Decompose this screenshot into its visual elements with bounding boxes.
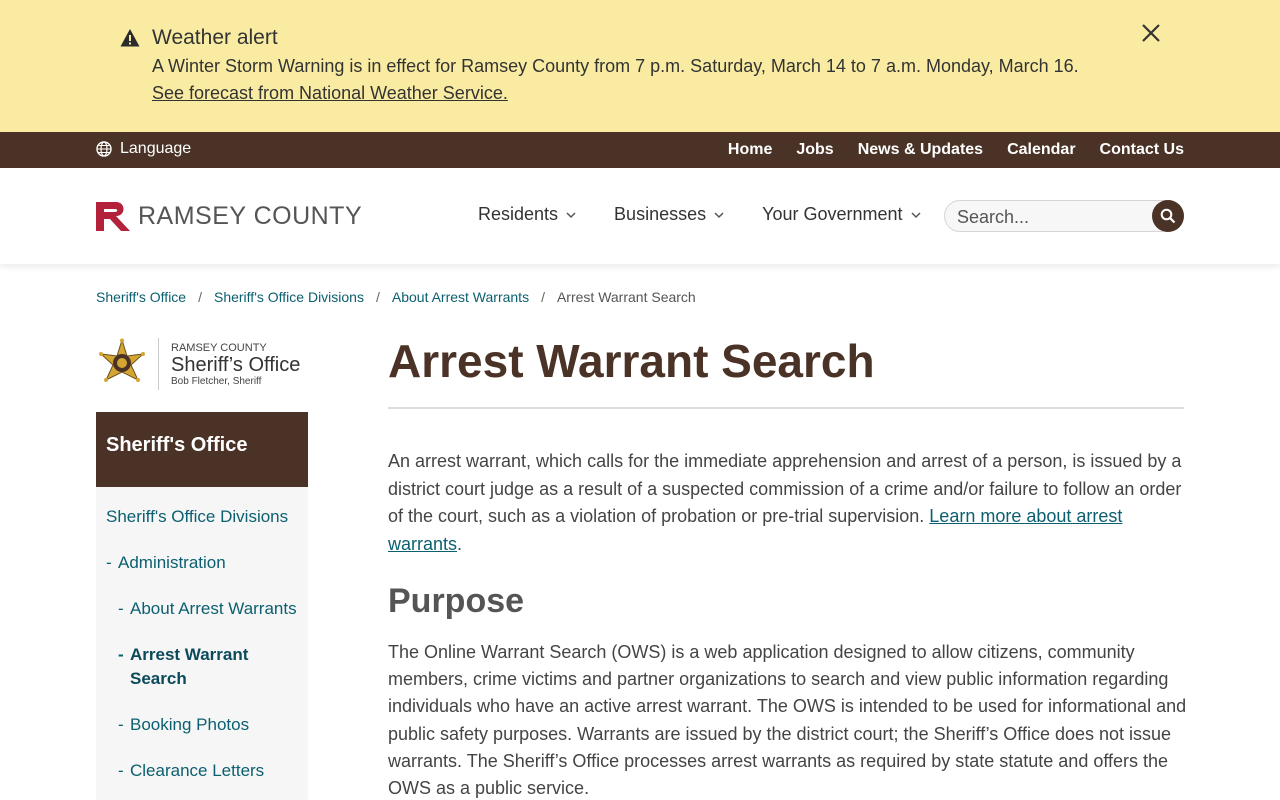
- forecast-link[interactable]: See forecast from National Weather Servi…: [152, 83, 508, 104]
- nav-your-government[interactable]: Your Government: [762, 204, 921, 225]
- nav-businesses[interactable]: Businesses: [614, 204, 724, 225]
- sidebar-item-about-warrants[interactable]: About Arrest Warrants: [130, 599, 297, 619]
- breadcrumb-current: Arrest Warrant Search: [556, 289, 696, 305]
- sidebar-item-divisions[interactable]: Sheriff's Office Divisions: [106, 507, 288, 527]
- sidebar-item-administration[interactable]: Administration: [118, 553, 226, 573]
- sidebar-item-booking-photos[interactable]: Booking Photos: [130, 715, 249, 735]
- ramsey-county-logo[interactable]: RAMSEY COUNTY: [96, 200, 362, 232]
- sheriff-star-badge-icon: [99, 338, 145, 382]
- nav-residents[interactable]: Residents: [478, 204, 576, 225]
- intro-paragraph: An arrest warrant, which calls for the i…: [388, 448, 1188, 559]
- search-box: [944, 200, 1184, 232]
- language-selector[interactable]: Language: [96, 140, 191, 158]
- title-divider: [388, 407, 1184, 409]
- purpose-heading: Purpose: [388, 582, 525, 620]
- breadcrumb-separator: /: [375, 289, 380, 305]
- sidebar-heading[interactable]: Sheriff's Office: [96, 412, 308, 487]
- breadcrumb-separator: /: [541, 289, 545, 305]
- weather-alert-banner: Weather alert A Winter Storm Warning is …: [0, 0, 1280, 132]
- globe-icon: [96, 141, 112, 157]
- sidebar-nav: Sheriff's Office Sheriff's Office Divisi…: [96, 412, 308, 800]
- logo-text: RAMSEY COUNTY: [138, 201, 363, 230]
- chevron-down-icon: [911, 211, 921, 218]
- sidebar-heading-label: Sheriff's Office: [106, 434, 248, 456]
- chevron-down-icon: [566, 211, 576, 218]
- sheriff-logo-subtitle: Bob Fletcher, Sheriff: [171, 375, 262, 387]
- logo-divider: [158, 338, 159, 390]
- sidebar-bullet: -: [106, 553, 112, 572]
- sidebar-item-warrant-search-line1[interactable]: Arrest Warrant: [130, 645, 248, 665]
- intro-end: .: [457, 534, 463, 555]
- sidebar-item-clearance-letters[interactable]: Clearance Letters: [130, 761, 264, 781]
- warning-triangle-icon: [120, 29, 140, 47]
- breadcrumb-sheriffs-office[interactable]: Sheriff's Office: [96, 289, 186, 305]
- search-icon: [1160, 208, 1176, 224]
- alert-text: A Winter Storm Warning is in effect for …: [152, 56, 1079, 76]
- sheriff-office-logo[interactable]: RAMSEY COUNTY Sheriff’s Office Bob Fletc…: [96, 338, 300, 390]
- ramsey-logo-icon: [96, 202, 130, 231]
- search-button[interactable]: [1152, 200, 1184, 232]
- search-input[interactable]: [957, 205, 1147, 229]
- sheriff-logo-title: Sheriff’s Office: [171, 353, 301, 376]
- breadcrumb-about-warrants[interactable]: About Arrest Warrants: [392, 289, 529, 305]
- site-header: RAMSEY COUNTY Residents Businesses Your …: [0, 168, 1280, 264]
- nav-businesses-label: Businesses: [614, 204, 707, 224]
- page-title: Arrest Warrant Search: [388, 335, 875, 387]
- close-icon[interactable]: [1140, 22, 1162, 44]
- utility-link-news[interactable]: News & Updates: [858, 141, 983, 159]
- sheriff-logo-text: RAMSEY COUNTY Sheriff’s Office Bob Fletc…: [171, 342, 300, 387]
- sidebar-bullet: -: [118, 761, 124, 780]
- nav-your-government-label: Your Government: [762, 204, 903, 224]
- utility-links: Home Jobs News & Updates Calendar Contac…: [728, 132, 1184, 168]
- main-nav: Residents Businesses Your Government: [478, 204, 921, 225]
- sheriff-logo-county: RAMSEY COUNTY: [171, 341, 267, 354]
- breadcrumb-separator: /: [198, 289, 202, 305]
- chevron-down-icon: [714, 211, 724, 218]
- utility-bar: Language Home Jobs News & Updates Calend…: [0, 132, 1280, 168]
- breadcrumb: Sheriff's Office / Sheriff's Office Divi…: [96, 289, 696, 305]
- breadcrumb-divisions[interactable]: Sheriff's Office Divisions: [214, 289, 364, 305]
- purpose-paragraph: The Online Warrant Search (OWS) is a web…: [388, 642, 1187, 799]
- utility-link-jobs[interactable]: Jobs: [796, 141, 833, 159]
- sidebar-bullet: -: [118, 645, 124, 664]
- alert-title: Weather alert: [152, 26, 278, 49]
- utility-link-home[interactable]: Home: [728, 141, 772, 159]
- utility-link-contact[interactable]: Contact Us: [1100, 141, 1184, 159]
- nav-residents-label: Residents: [478, 204, 559, 224]
- utility-link-calendar[interactable]: Calendar: [1007, 141, 1075, 159]
- sidebar-item-warrant-search-line2[interactable]: Search: [130, 669, 187, 689]
- sidebar-bullet: -: [118, 599, 124, 618]
- sidebar-bullet: -: [118, 715, 124, 734]
- language-label: Language: [120, 140, 192, 157]
